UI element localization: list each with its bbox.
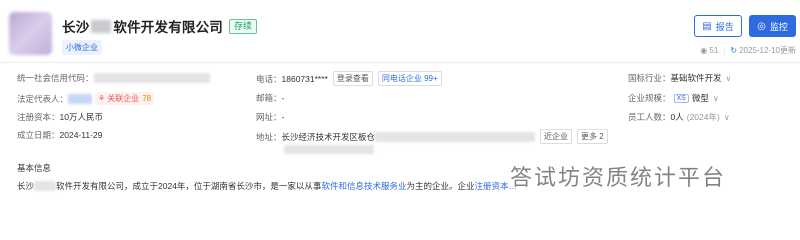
info-panel: 统一社会信用代码： 法定代表人： ⚘ 关联企业 78 注册资本： 10万人民币 … [0,68,800,158]
scale-value: 微型 [691,93,709,103]
chevron-down-icon[interactable]: ∨ [726,74,732,83]
capital-label: 注册资本： [17,112,60,122]
address-more-button[interactable]: 更多 2 [577,129,608,144]
monitor-button[interactable]: ◎ 监控 [749,15,796,37]
email-value: - [281,93,285,103]
phone-label: 电话： [256,73,282,84]
credit-code-label: 统一社会信用代码： [17,73,94,83]
basic-text-b: 为主的企业。企业 [406,181,475,191]
watermark: 答试坊资质统计平台 [510,166,727,191]
company-name-suffix: 软件开发有限公司 [113,20,224,35]
phone-login-view-button[interactable]: 登录查看 [332,71,373,86]
founded-value: 2024-11-29 [59,130,103,140]
industry-row: 国标行业： 基础软件开发 ∨ [628,72,731,84]
legal-rep-redacted[interactable] [68,93,93,104]
address-value: 长沙经济技术开发区板仓 [281,131,376,142]
related-icon: ⚘ [98,94,106,103]
scale-row: 企业规模： XS 微型 ∨ [628,92,719,104]
phone-value: 1860731**** [281,73,328,84]
company-name-prefix: 长沙 [62,20,90,35]
report-button[interactable]: ▤ 报告 [694,15,742,37]
address-line2 [284,145,374,154]
legal-rep-row: 法定代表人： ⚘ 关联企业 78 [17,92,155,105]
same-phone-button[interactable]: 同电话企业 99+ [377,71,442,86]
credit-code-row: 统一社会信用代码： [17,72,210,84]
industry-label: 国标行业： [628,73,671,83]
basic-prefix: 长沙 [17,181,35,191]
size-tag[interactable]: 小微企业 [62,40,102,55]
related-count: 78 [142,94,152,103]
industry-link[interactable]: 软件和信息技术服务业 [321,180,406,192]
legal-rep-label: 法定代表人： [17,93,69,104]
staff-value: 0人 [670,112,684,122]
basic-info-title: 基本信息 [17,163,52,173]
email-row: 邮箱： - [256,92,284,104]
related-companies-badge[interactable]: ⚘ 关联企业 78 [95,92,155,105]
address-label: 地址： [256,131,282,142]
basic-text-c[interactable]: 注册资本… [474,180,517,192]
monitor-icon: ◎ [757,20,766,32]
founded-row: 成立日期： 2024-11-29 [17,129,102,141]
company-header: 长沙 软件开发有限公司 存续 小微企业 ▤ 报告 ◎ 监控 ◉ 51 | ↻ 2… [0,0,800,66]
website-value: - [281,112,285,122]
website-row: 网址： - [256,111,284,123]
update-date: 2025-12-10更新 [739,46,796,55]
basic-text-a: 软件开发有限公司，成立于2024年，位于湖南省长沙市，是一家以从事 [56,181,322,191]
phone-row: 电话： 1860731**** 登录查看 同电话企业 99+ [256,71,442,86]
eye-icon: ◉ [700,46,710,55]
view-count: 51 [709,46,719,55]
monitor-label: 监控 [769,21,788,32]
report-label: 报告 [715,21,734,32]
nearby-companies-button[interactable]: 近企业 [540,129,573,144]
basic-info-text: 长沙 软件开发有限公司，成立于2024年，位于湖南省长沙市，是一家以从事 软件和… [17,180,517,192]
capital-row: 注册资本： 10万人民币 [17,111,103,123]
staff-row: 员工人数： 0人 (2024年) ∨ [628,111,730,123]
address-redacted [375,131,536,142]
founded-label: 成立日期： [17,130,60,140]
redacted-name [91,19,112,33]
header-divider [0,62,800,63]
refresh-icon[interactable]: ↻ [730,46,737,55]
email-label: 邮箱： [256,93,282,103]
industry-value: 基础软件开发 [670,73,722,83]
report-icon: ▤ [702,20,712,32]
basic-name-redacted [34,181,57,191]
scale-tag: XS [673,93,689,103]
chevron-down-icon[interactable]: ∨ [724,113,730,122]
related-label: 关联企业 [107,94,140,103]
address-row: 地址： 长沙经济技术开发区板仓 近企业 更多 2 [256,129,608,144]
staff-year: (2024年) [686,112,720,122]
website-label: 网址： [256,112,282,122]
meta-line: ◉ 51 | ↻ 2025-12-10更新 [700,46,796,55]
capital-value: 10万人民币 [59,112,103,122]
status-badge: 存续 [229,18,258,34]
staff-label: 员工人数： [628,112,671,122]
address-redacted-2 [284,145,374,154]
credit-code-redacted [93,73,210,83]
company-title: 长沙 软件开发有限公司 存续 [62,16,258,36]
scale-label: 企业规模： [628,93,671,103]
company-logo [9,12,52,55]
chevron-down-icon[interactable]: ∨ [713,94,719,103]
